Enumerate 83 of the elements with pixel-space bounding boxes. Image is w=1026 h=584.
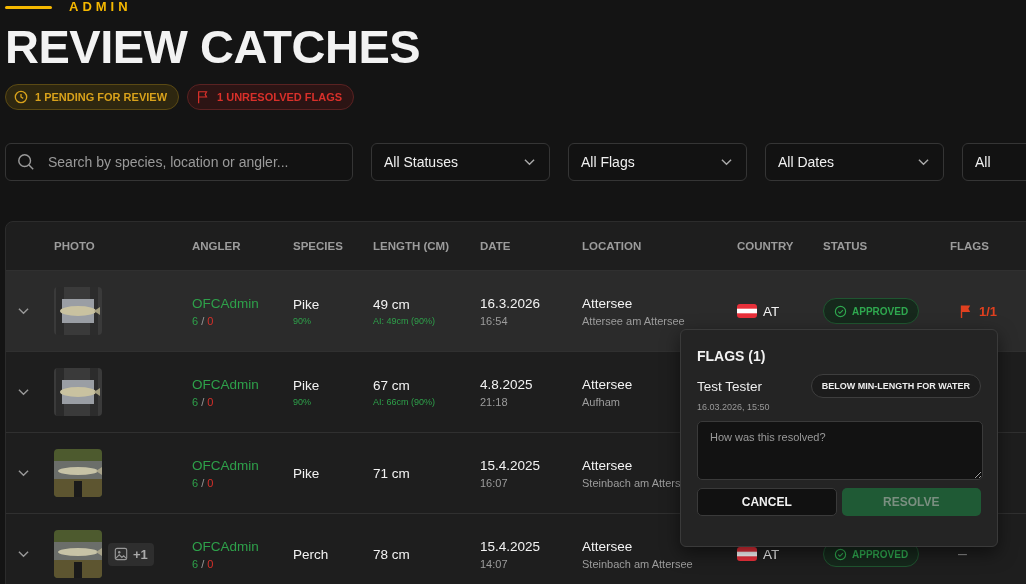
angler-score: 6 / 0 (192, 314, 214, 327)
species-name: Pike (293, 377, 320, 393)
chevron-down-icon[interactable] (18, 469, 29, 477)
time-text: 16:07 (480, 476, 508, 489)
reporter-name: Test Tester (697, 378, 763, 394)
section-label: ADMIN (69, 0, 132, 14)
popover-title: FLAGS (1) (697, 348, 767, 364)
time-text: 21:18 (480, 395, 508, 408)
more-photos-badge[interactable]: +1 (108, 542, 154, 566)
status-badge: APPROVED (823, 298, 920, 324)
confidence-text: 90% (293, 315, 311, 326)
column-header[interactable]: COUNTRY (737, 240, 794, 252)
time-text: 16:54 (480, 314, 508, 327)
length-text: 71 cm (373, 465, 410, 481)
chevron-down-icon (918, 158, 929, 166)
check-circle-icon (834, 547, 847, 561)
filter-dropdown[interactable]: All Dates (765, 143, 944, 181)
length-text: 67 cm (373, 377, 410, 393)
chevron-down-icon (721, 158, 732, 166)
place-text: Aufham (582, 395, 620, 408)
filter-dropdown[interactable]: All Statuses (371, 143, 550, 181)
clock-icon (14, 90, 28, 104)
column-header[interactable]: STATUS (823, 240, 868, 252)
angler-name[interactable]: OFCAdmin (192, 295, 259, 311)
place-text: Attersee am Attersee (582, 314, 685, 327)
place-text: Steinbach am Atters (582, 476, 681, 489)
length-text: 49 cm (373, 296, 410, 312)
austria-flag-icon (737, 547, 757, 561)
species-name: Perch (293, 546, 329, 562)
image-icon (114, 547, 128, 561)
column-header[interactable]: ANGLER (192, 240, 241, 252)
country-code: AT (763, 303, 780, 319)
ai-length-text: AI: 66cm (90%) (373, 396, 436, 407)
filter-dropdown[interactable]: All Flags (568, 143, 747, 181)
date-text: 15.4.2025 (480, 538, 541, 554)
angler-name[interactable]: OFCAdmin (192, 457, 259, 473)
ai-length-text: AI: 49cm (90%) (373, 315, 436, 326)
table-row[interactable]: OFCAdmin 6 / 0 Pike 90% 49 cm AI: 49cm (90%) 16.3.2026 16:54 Attersee Attersee am Attersee AT APPROVED 1/1 (6, 270, 1026, 351)
accent-line (5, 5, 52, 9)
angler-score: 6 / 0 (192, 395, 214, 408)
place-text: Steinbach am Attersee (582, 557, 693, 570)
location-name: Attersee (582, 457, 633, 473)
angler-name[interactable]: OFCAdmin (192, 538, 259, 554)
time-text: 14:07 (480, 557, 508, 570)
chevron-down-icon[interactable] (18, 550, 29, 558)
species-name: Pike (293, 296, 320, 312)
cancel-button[interactable]: CANCEL (697, 488, 837, 516)
chevron-down-icon[interactable] (18, 388, 29, 396)
date-text: 4.8.2025 (480, 376, 533, 392)
chevron-down-icon[interactable] (18, 307, 29, 315)
column-header[interactable]: FLAGS (950, 240, 989, 252)
filter-dropdown[interactable]: All (962, 143, 1026, 181)
resolution-field[interactable]: How was this resolved? (697, 421, 983, 480)
column-header[interactable]: SPECIES (293, 240, 343, 252)
page-title: REVIEW CATCHES (5, 22, 422, 72)
column-header[interactable]: DATE (480, 240, 511, 252)
date-text: 16.3.2026 (480, 295, 541, 311)
flag-icon (958, 303, 973, 319)
column-header[interactable]: LOCATION (582, 240, 642, 252)
length-text: 78 cm (373, 546, 410, 562)
flags-badge[interactable]: 1 UNRESOLVED FLAGS (187, 84, 355, 110)
location-name: Attersee (582, 295, 633, 311)
location-name: Attersee (582, 376, 633, 392)
angler-score: 6 / 0 (192, 557, 214, 570)
reason-tag: BELOW MIN-LENGTH FOR WATER (810, 374, 981, 398)
pending-badge[interactable]: 1 PENDING FOR REVIEW (5, 84, 180, 110)
confidence-text: 90% (293, 396, 311, 407)
date-text: 15.4.2025 (480, 457, 541, 473)
column-header[interactable]: PHOTO (54, 240, 95, 252)
chevron-down-icon (524, 158, 535, 166)
search-icon (17, 153, 35, 171)
country-code: AT (763, 546, 780, 562)
check-circle-icon (834, 304, 847, 318)
flag-time: 16.03.2026, 15:50 (697, 402, 771, 412)
angler-name[interactable]: OFCAdmin (192, 376, 259, 392)
flag-count[interactable]: 1/1 (979, 303, 998, 319)
no-flags-text: – (958, 545, 967, 563)
search-field[interactable]: Search by species, location or angler... (5, 143, 353, 181)
austria-flag-icon (737, 304, 757, 318)
species-name: Pike (293, 465, 320, 481)
location-name: Attersee (582, 538, 633, 554)
angler-score: 6 / 0 (192, 476, 214, 489)
column-header[interactable]: LENGTH (CM) (373, 240, 449, 252)
